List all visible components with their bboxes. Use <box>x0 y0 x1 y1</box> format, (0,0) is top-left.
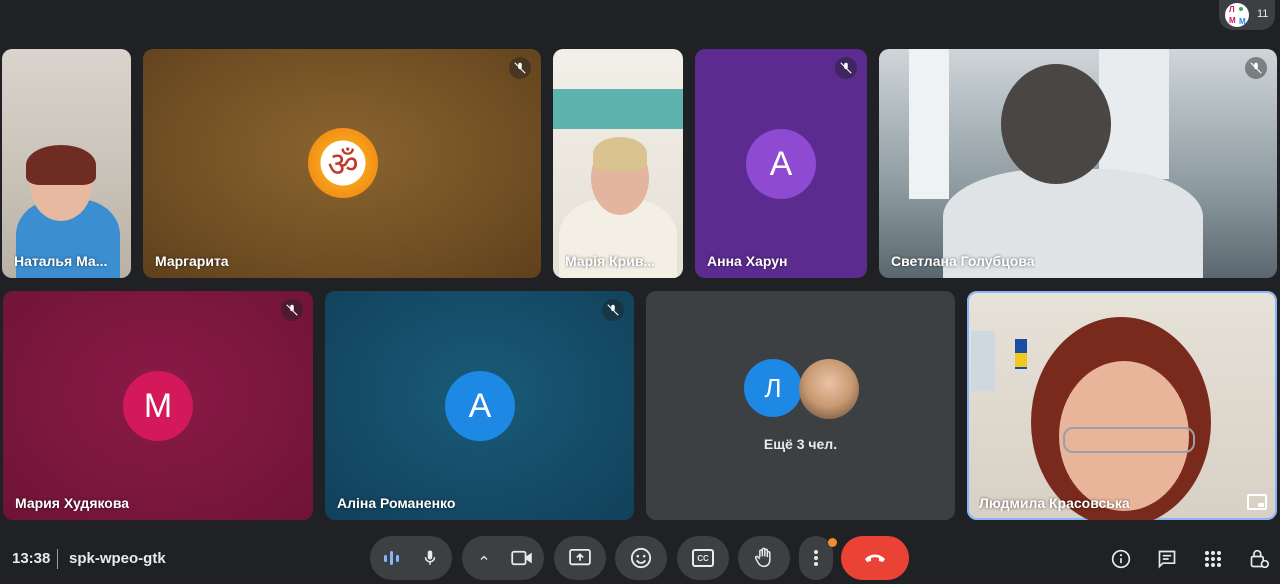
participant-tile[interactable]: Светлана Голубцова <box>879 49 1277 278</box>
notification-dot <box>828 538 837 547</box>
others-tile[interactable]: Л Ещё 3 чел. <box>646 291 955 520</box>
raise-hand-icon <box>754 547 771 568</box>
participant-name: Аліна Романенко <box>337 495 456 511</box>
participant-avatar: Л <box>744 359 802 417</box>
camera-options-chevron-icon[interactable] <box>470 544 498 572</box>
mic-off-icon <box>281 299 303 321</box>
participant-tile[interactable]: А Аліна Романенко <box>325 291 634 520</box>
participants-avatars-icon: Л M М <box>1225 3 1249 27</box>
video-feed <box>553 49 683 278</box>
participant-tile[interactable]: ॐ Маргарита <box>143 49 541 278</box>
participant-name: Анна Харун <box>707 253 788 269</box>
lock-person-icon <box>1250 549 1269 569</box>
chat-button[interactable] <box>1153 545 1181 573</box>
participant-name: Людмила Красовська <box>979 495 1130 511</box>
divider <box>57 549 58 569</box>
chat-icon <box>1158 550 1176 569</box>
participant-name: Мария Худякова <box>15 495 130 511</box>
participant-avatar: А <box>445 371 515 441</box>
participant-tile[interactable]: Марія Крив... <box>553 49 683 278</box>
mic-off-icon <box>509 57 531 79</box>
meeting-time: 13:38 <box>12 550 51 567</box>
video-feed <box>967 291 1277 520</box>
meeting-code: spk-wpeo-gtk <box>69 550 166 567</box>
host-controls-button[interactable] <box>1245 545 1273 573</box>
video-feed <box>879 49 1277 278</box>
mic-button[interactable] <box>416 544 444 572</box>
participant-name: Светлана Голубцова <box>891 253 1035 269</box>
picture-in-picture-icon[interactable] <box>1247 494 1267 510</box>
om-symbol: ॐ <box>327 145 359 185</box>
camera-button[interactable] <box>508 544 536 572</box>
others-count-label: Ещё 3 чел. <box>763 436 838 452</box>
video-feed <box>2 49 131 278</box>
control-bar: 13:38 spk-wpeo-gtk CC <box>0 536 1280 584</box>
end-call-icon <box>865 554 885 562</box>
present-icon <box>569 549 591 566</box>
participant-tile[interactable]: А Анна Харун <box>695 49 867 278</box>
participant-avatar: ॐ <box>308 128 378 198</box>
participant-tile-self[interactable]: Людмила Красовська <box>967 291 1277 520</box>
emoji-button[interactable] <box>615 536 667 580</box>
mic-off-icon <box>835 57 857 79</box>
info-icon <box>1111 549 1131 569</box>
meeting-info-button[interactable] <box>1107 545 1135 573</box>
participant-name: Маргарита <box>155 253 229 269</box>
participant-avatar: А <box>746 129 816 199</box>
participant-tile[interactable]: Наталья Ма... <box>2 49 131 278</box>
camera-control-group <box>462 536 544 580</box>
present-button[interactable] <box>554 536 606 580</box>
raise-hand-button[interactable] <box>738 536 790 580</box>
participants-indicator[interactable]: Л M М 11 <box>1219 0 1275 30</box>
captions-icon: CC <box>692 549 714 567</box>
participant-name: Марія Крив... <box>565 253 656 269</box>
more-options-button[interactable] <box>799 536 837 580</box>
mic-control-group <box>370 536 452 580</box>
captions-button[interactable]: CC <box>677 536 729 580</box>
participant-name: Наталья Ма... <box>14 253 108 269</box>
audio-level-icon[interactable] <box>382 550 402 566</box>
leave-call-button[interactable] <box>841 536 909 580</box>
emoji-icon <box>630 547 652 569</box>
mic-off-icon <box>1245 57 1267 79</box>
participants-count: 11 <box>1257 8 1269 20</box>
participant-tile[interactable]: М Мария Худякова <box>3 291 313 520</box>
apps-icon <box>1205 551 1221 567</box>
participant-photo-avatar <box>799 359 859 419</box>
participant-avatar: М <box>123 371 193 441</box>
activities-button[interactable] <box>1199 545 1227 573</box>
more-icon <box>814 550 818 566</box>
mic-off-icon <box>602 299 624 321</box>
